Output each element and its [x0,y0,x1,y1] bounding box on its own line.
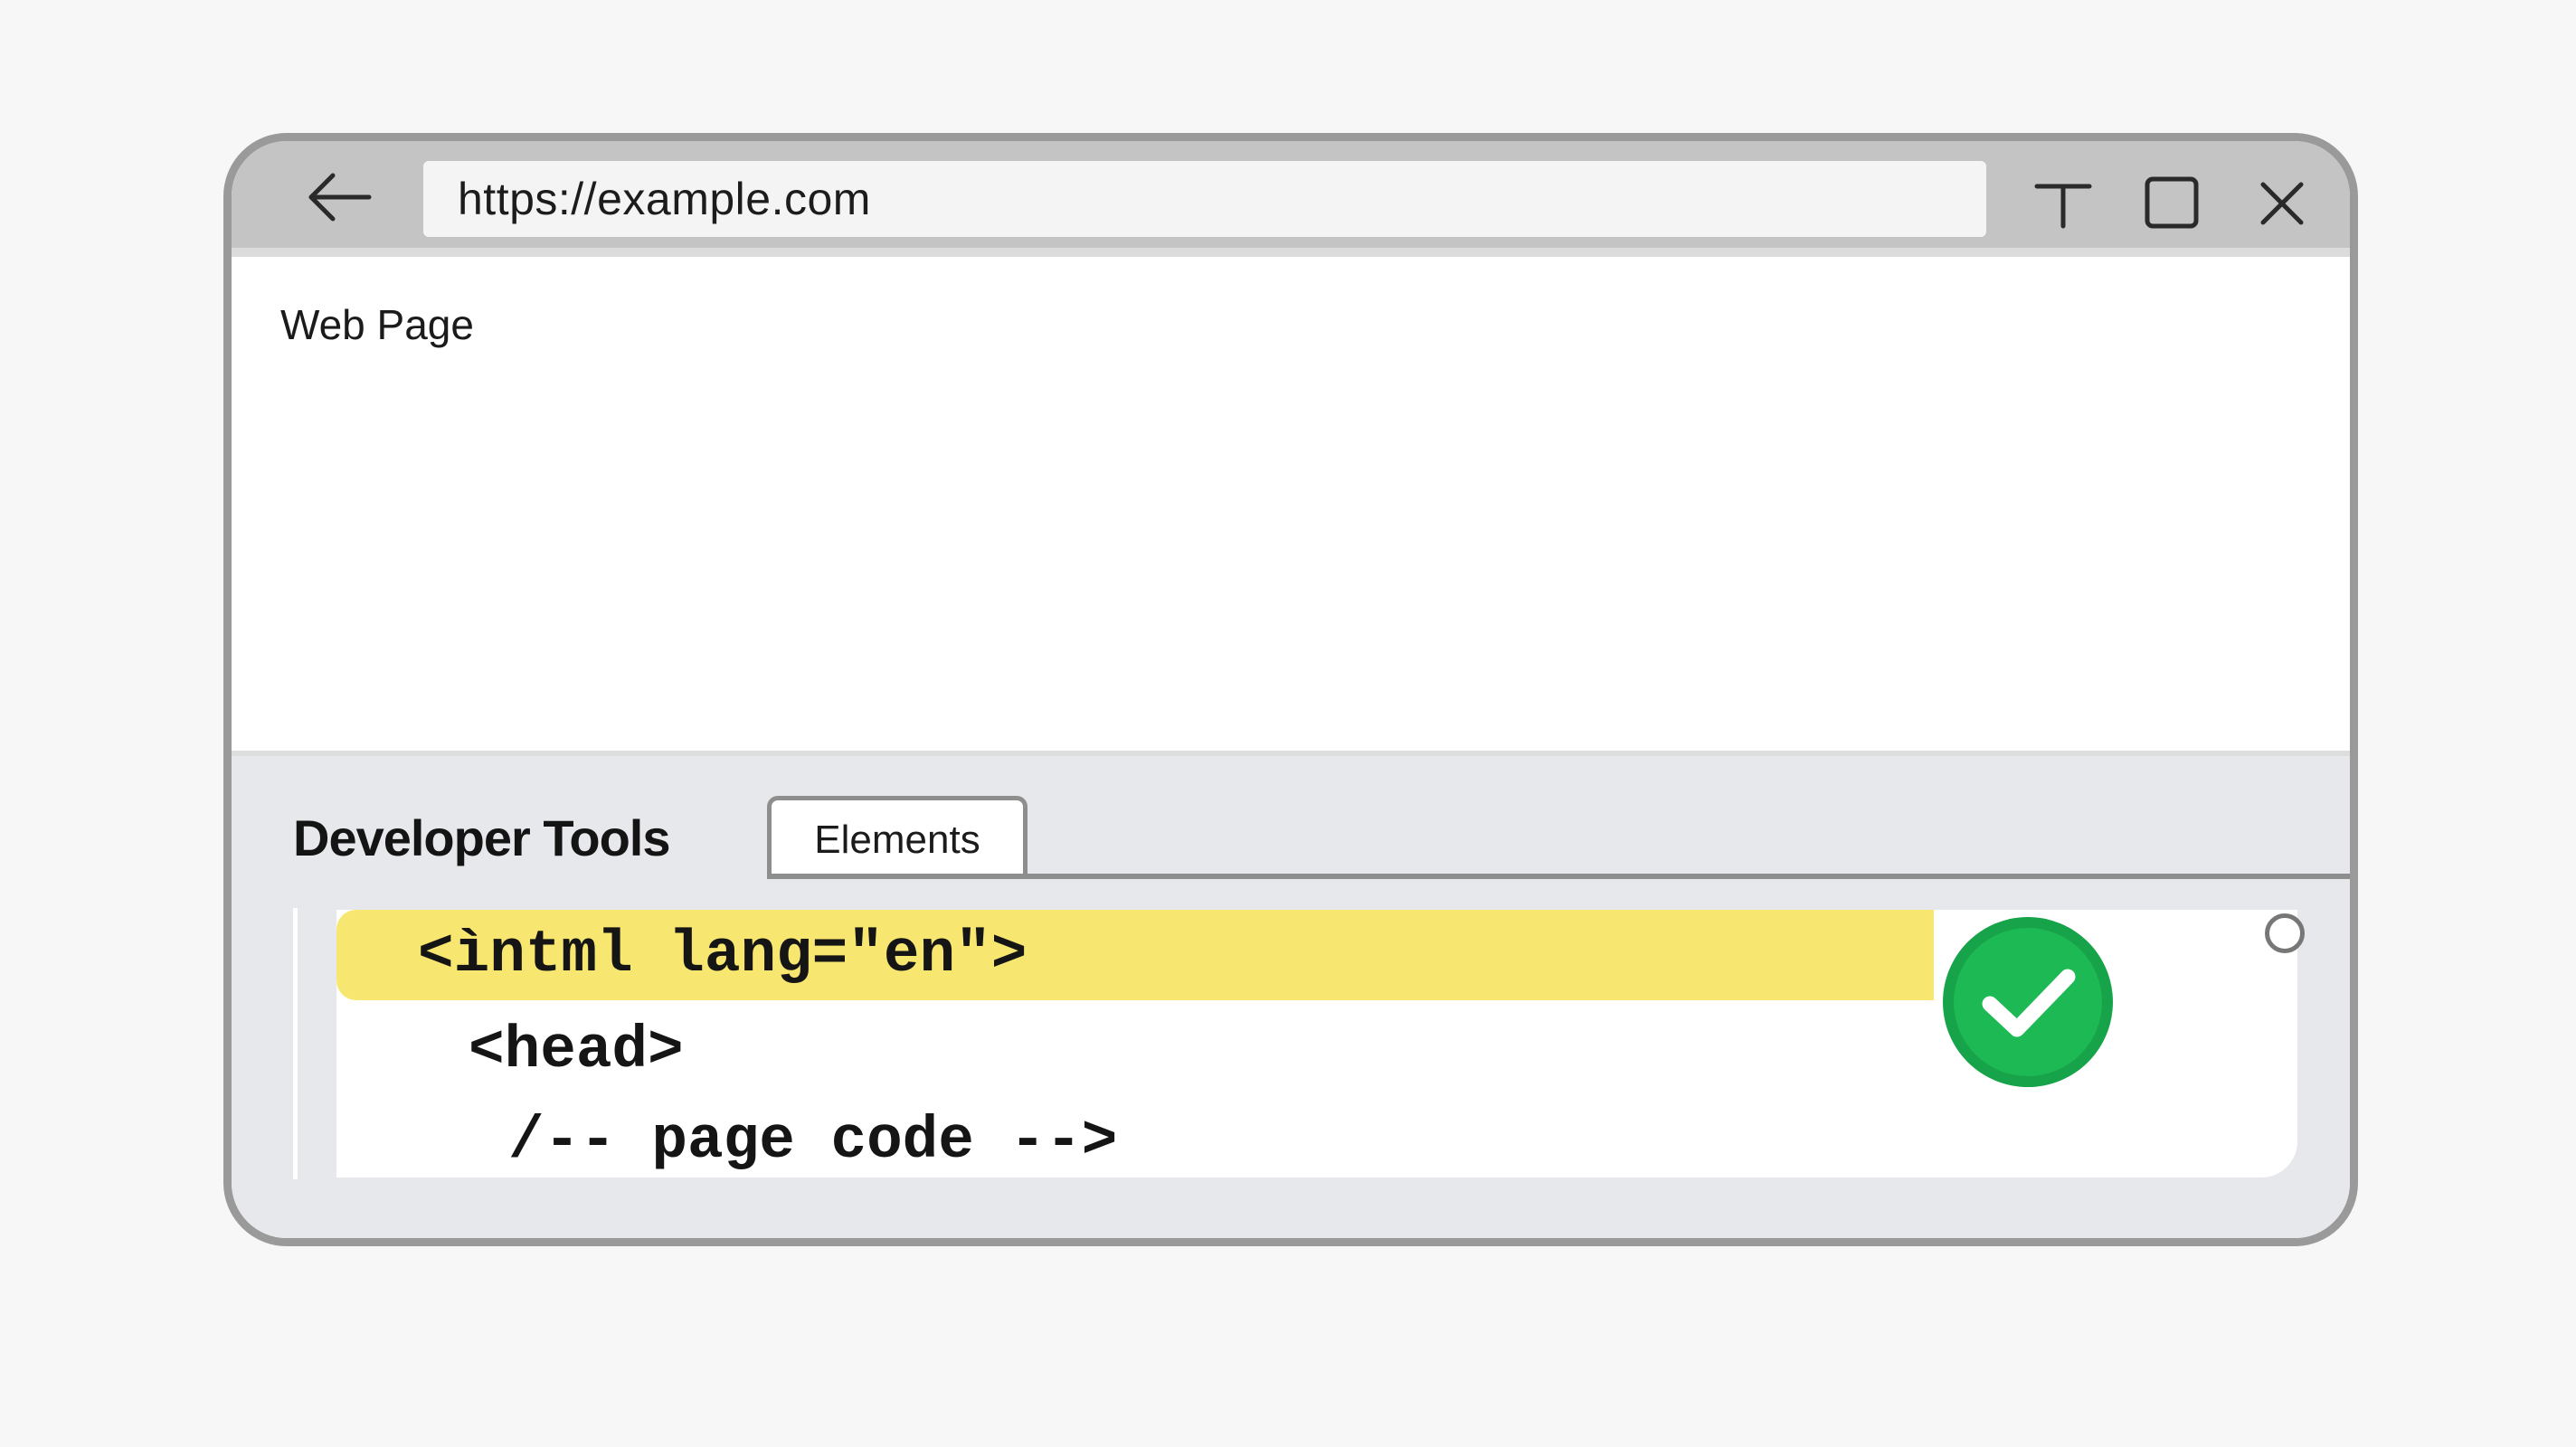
minimize-icon [2034,184,2092,229]
browser-window: https://example.com Web Page Developer T… [223,133,2358,1246]
check-circle-icon [1943,917,2113,1087]
tab-divider [767,874,2350,879]
devtools-title: Developer Tools [293,809,671,866]
title-bar: https://example.com [232,141,2350,257]
url-text[interactable]: https://example.com [458,173,871,225]
page-label: Web Page [280,301,474,348]
close-icon [2260,182,2304,225]
code-line-selected[interactable]: <ìntml lang="en"> [336,910,1934,1000]
back-button[interactable] [304,170,376,224]
close-button[interactable] [2252,174,2312,233]
check-badge[interactable] [1939,913,2117,1091]
address-bar[interactable]: https://example.com [423,161,1986,237]
code-gutter [293,908,298,1179]
code-panel: <ìntml lang="en"> <head> /-- page code -… [336,910,2297,1177]
arrow-left-icon [308,173,372,222]
developer-tools-panel: Developer Tools Elements <ìntml lang="en… [232,756,2350,1238]
minimize-button[interactable] [2033,174,2093,233]
code-line[interactable]: /-- page code --> [508,1107,1117,1175]
maximize-icon [2145,176,2199,229]
tab-elements[interactable]: Elements [767,796,1028,879]
status-radio[interactable] [2265,913,2305,953]
code-line[interactable]: <head> [469,1017,684,1084]
page-viewport: Web Page [232,257,2350,756]
maximize-button[interactable] [2142,174,2202,233]
